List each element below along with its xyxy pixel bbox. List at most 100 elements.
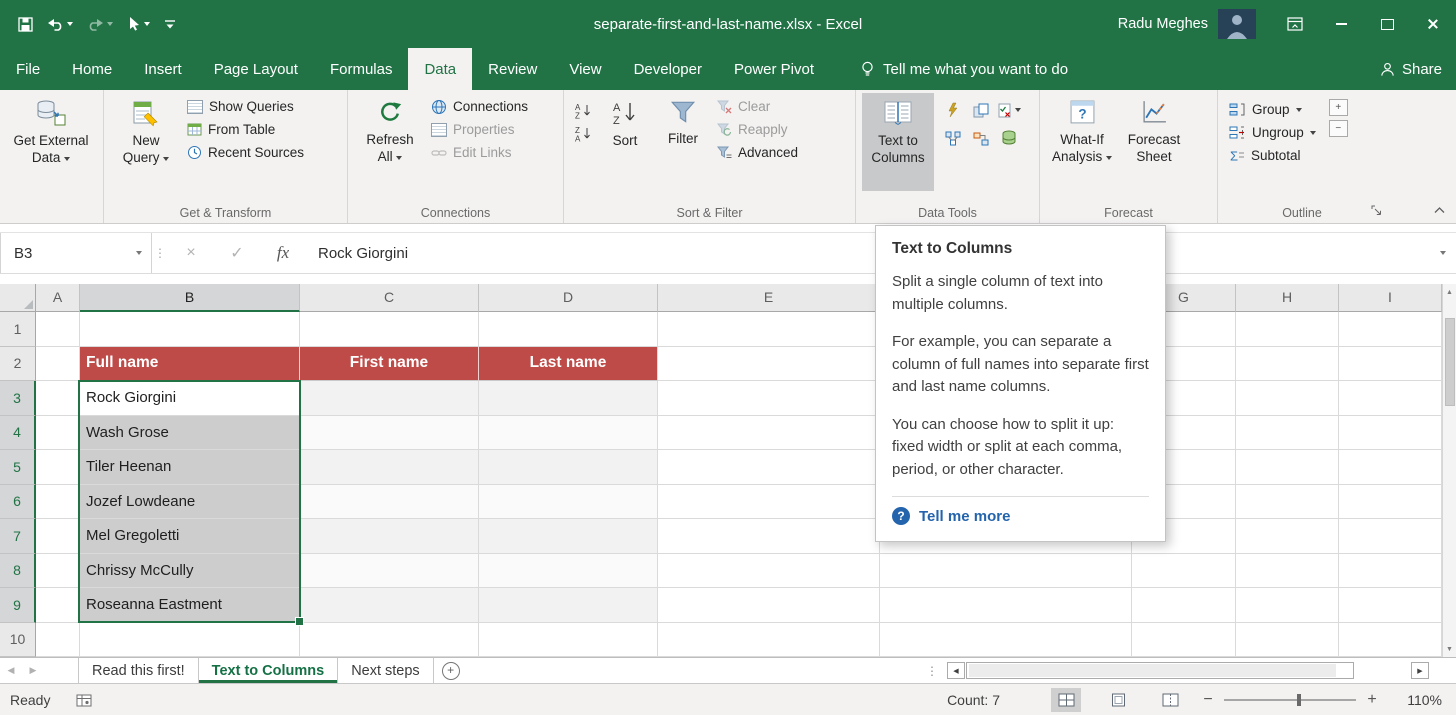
advanced-filter-button[interactable]: Advanced xyxy=(712,141,803,164)
customize-quick-access-toolbar-button[interactable] xyxy=(164,19,176,29)
clear-filter-button[interactable]: Clear xyxy=(712,95,803,118)
subtotal-button[interactable]: Σ Subtotal xyxy=(1224,144,1321,167)
sheet-nav-previous-button[interactable]: ◀ xyxy=(0,658,22,683)
tab-page-layout[interactable]: Page Layout xyxy=(198,48,314,90)
tab-insert[interactable]: Insert xyxy=(128,48,198,90)
cell-I3[interactable] xyxy=(1339,381,1442,416)
cell-H5[interactable] xyxy=(1236,450,1339,485)
cell-B4[interactable]: Wash Grose xyxy=(80,416,300,451)
cell-E6[interactable] xyxy=(658,485,880,520)
insert-function-button[interactable]: fx xyxy=(260,233,306,273)
sheet-tab-text-to-columns[interactable]: Text to Columns xyxy=(199,658,339,683)
properties-button[interactable]: Properties xyxy=(426,118,533,141)
cell-D10[interactable] xyxy=(479,623,658,658)
cell-C6[interactable] xyxy=(300,485,479,520)
zoom-level[interactable]: 110% xyxy=(1390,692,1442,708)
cell-G9[interactable] xyxy=(1132,588,1236,623)
enter-button[interactable]: ✓ xyxy=(214,233,260,273)
tab-developer[interactable]: Developer xyxy=(618,48,718,90)
cell-D8[interactable] xyxy=(479,554,658,589)
cell-C4[interactable] xyxy=(300,416,479,451)
cell-G8[interactable] xyxy=(1132,554,1236,589)
cell-H10[interactable] xyxy=(1236,623,1339,658)
cell-H9[interactable] xyxy=(1236,588,1339,623)
horizontal-scrollbar[interactable] xyxy=(966,662,1354,679)
cell-B8[interactable]: Chrissy McCully xyxy=(80,554,300,589)
user-name[interactable]: Radu Meghes xyxy=(1118,16,1208,32)
outline-dialog-launcher[interactable] xyxy=(1371,204,1382,219)
sheet-tab-read-this-first[interactable]: Read this first! xyxy=(78,658,199,683)
tab-power-pivot[interactable]: Power Pivot xyxy=(718,48,830,90)
remove-duplicates-button[interactable] xyxy=(968,97,994,123)
cell-A9[interactable] xyxy=(36,588,80,623)
cell-H3[interactable] xyxy=(1236,381,1339,416)
macro-record-button[interactable] xyxy=(76,694,92,707)
column-header-B[interactable]: B xyxy=(80,284,300,312)
cell-E9[interactable] xyxy=(658,588,880,623)
cell-I7[interactable] xyxy=(1339,519,1442,554)
minimize-button[interactable] xyxy=(1318,0,1364,48)
new-sheet-button[interactable]: + xyxy=(434,658,468,683)
cell-C8[interactable] xyxy=(300,554,479,589)
cell-D2[interactable]: Last name xyxy=(479,347,658,382)
row-header-6[interactable]: 6 xyxy=(0,485,36,520)
cell-D4[interactable] xyxy=(479,416,658,451)
text-to-columns-button[interactable]: Text to Columns xyxy=(862,93,934,191)
cell-C5[interactable] xyxy=(300,450,479,485)
status-count[interactable]: Count: 7 xyxy=(947,692,1000,708)
cell-E2[interactable] xyxy=(658,347,880,382)
tab-file[interactable]: File xyxy=(0,48,56,90)
column-header-A[interactable]: A xyxy=(36,284,80,312)
cell-A8[interactable] xyxy=(36,554,80,589)
sort-descending-button[interactable]: ZA xyxy=(570,122,596,145)
undo-button[interactable] xyxy=(47,17,73,31)
cell-A7[interactable] xyxy=(36,519,80,554)
ungroup-button[interactable]: Ungroup xyxy=(1224,121,1321,144)
close-button[interactable] xyxy=(1410,0,1456,48)
redo-button[interactable] xyxy=(87,17,113,31)
fill-handle[interactable] xyxy=(295,617,304,626)
tell-me-more-link[interactable]: Tell me more xyxy=(919,508,1010,525)
cell-H6[interactable] xyxy=(1236,485,1339,520)
flash-fill-button[interactable] xyxy=(940,97,966,123)
relationships-button[interactable] xyxy=(968,125,994,151)
from-table-button[interactable]: From Table xyxy=(182,118,309,141)
cell-I1[interactable] xyxy=(1339,312,1442,347)
chevron-down-icon[interactable] xyxy=(107,22,113,26)
cell-D1[interactable] xyxy=(479,312,658,347)
sort-ascending-button[interactable]: AZ xyxy=(570,99,596,122)
row-header-3[interactable]: 3 xyxy=(0,381,36,416)
what-if-analysis-button[interactable]: ? What-If Analysis xyxy=(1046,93,1118,191)
cell-I8[interactable] xyxy=(1339,554,1442,589)
cell-C1[interactable] xyxy=(300,312,479,347)
cell-B1[interactable] xyxy=(80,312,300,347)
new-query-button[interactable]: New Query xyxy=(110,93,182,191)
show-queries-button[interactable]: Show Queries xyxy=(182,95,309,118)
connections-button[interactable]: Connections xyxy=(426,95,533,118)
cell-I6[interactable] xyxy=(1339,485,1442,520)
cell-B10[interactable] xyxy=(80,623,300,658)
cell-D5[interactable] xyxy=(479,450,658,485)
group-button[interactable]: Group xyxy=(1224,98,1321,121)
row-header-8[interactable]: 8 xyxy=(0,554,36,589)
cell-I2[interactable] xyxy=(1339,347,1442,382)
cell-D6[interactable] xyxy=(479,485,658,520)
cell-F9[interactable] xyxy=(880,588,1132,623)
maximize-button[interactable] xyxy=(1364,0,1410,48)
cell-B3[interactable]: Rock Giorgini xyxy=(80,381,300,416)
recent-sources-button[interactable]: Recent Sources xyxy=(182,141,309,164)
row-header-9[interactable]: 9 xyxy=(0,588,36,623)
data-validation-button[interactable] xyxy=(996,97,1022,123)
cell-E3[interactable] xyxy=(658,381,880,416)
edit-links-button[interactable]: Edit Links xyxy=(426,141,533,164)
formula-bar-resizer[interactable]: ⋮ xyxy=(152,233,168,273)
cell-C3[interactable] xyxy=(300,381,479,416)
cancel-button[interactable]: × xyxy=(168,233,214,273)
cell-A3[interactable] xyxy=(36,381,80,416)
row-header-7[interactable]: 7 xyxy=(0,519,36,554)
vertical-scrollbar[interactable]: ▲ ▼ xyxy=(1442,284,1456,657)
tab-home[interactable]: Home xyxy=(56,48,128,90)
hscroll-right-button[interactable]: ▶ xyxy=(1411,662,1429,679)
get-external-data-button[interactable]: Get External Data xyxy=(6,93,96,191)
name-box-dropdown[interactable] xyxy=(127,233,151,273)
